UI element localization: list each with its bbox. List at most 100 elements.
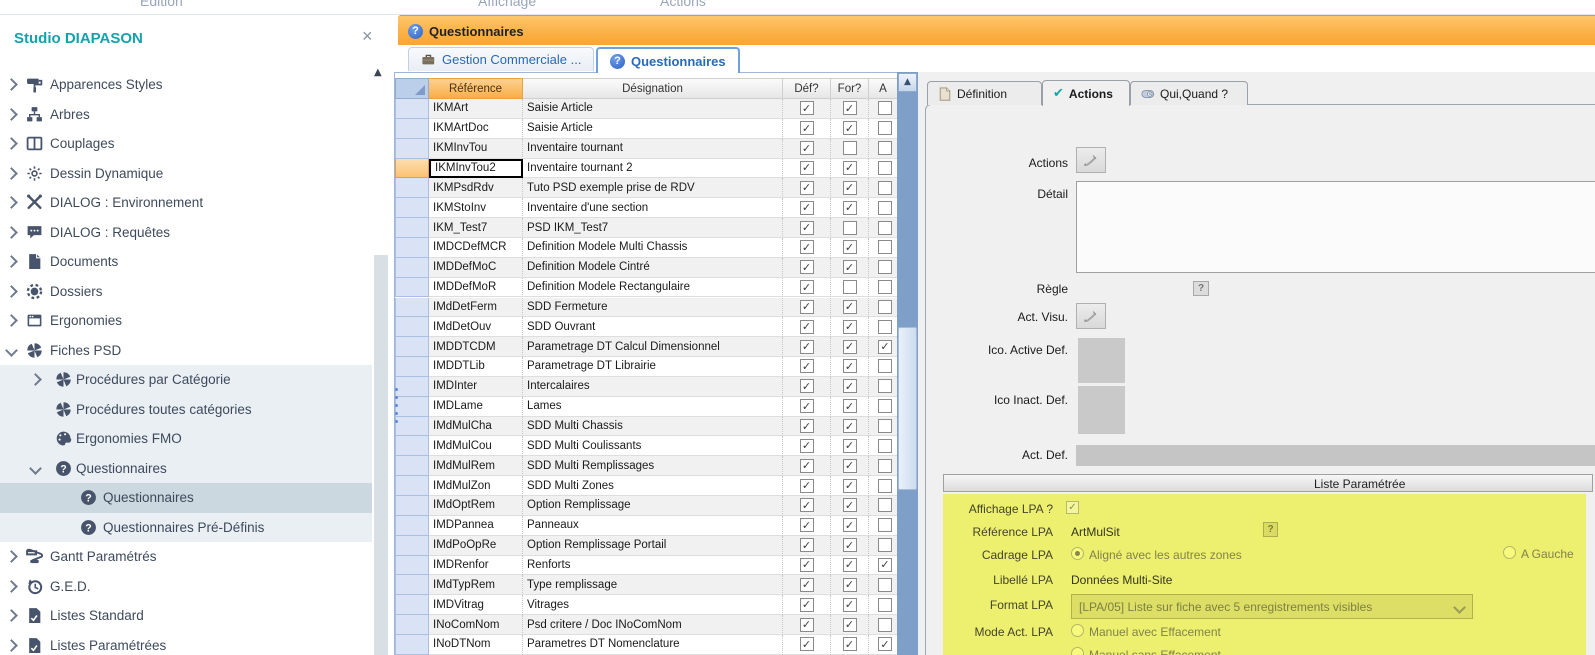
checkbox-unchecked[interactable] <box>878 459 892 473</box>
doc-tab-gestion-commerciale-[interactable]: Gestion Commerciale ... <box>408 47 594 71</box>
chevron-right-icon[interactable] <box>5 639 18 652</box>
table-row-IMDVitrag[interactable]: IMDVitragVitrages✓✓ <box>395 595 898 615</box>
cell-reference[interactable]: IKMPsdRdv <box>429 178 523 198</box>
checkbox-checked[interactable]: ✓ <box>843 459 857 473</box>
row-header[interactable] <box>395 178 429 198</box>
row-header[interactable] <box>395 377 429 397</box>
cell-designation[interactable]: Psd critere / Doc INoComNom <box>523 615 783 635</box>
table-row-IMdPoOpRe[interactable]: IMdPoOpReOption Remplissage Portail✓✓ <box>395 536 898 556</box>
checkbox-unchecked[interactable] <box>878 240 892 254</box>
table-row-IKMInvTou[interactable]: IKMInvTouInventaire tournant✓ <box>395 139 898 159</box>
checkbox-checked[interactable]: ✓ <box>800 121 814 135</box>
table-row-IMdOptRem[interactable]: IMdOptRemOption Remplissage✓✓ <box>395 496 898 516</box>
doc-tab-questionnaires[interactable]: ?Questionnaires <box>596 47 740 73</box>
checkbox-unchecked[interactable] <box>843 280 857 294</box>
checkbox-checked[interactable]: ✓ <box>800 399 814 413</box>
table-row-IMDLame[interactable]: IMDLameLames✓✓ <box>395 397 898 417</box>
row-header[interactable] <box>395 357 429 377</box>
checkbox-unchecked[interactable] <box>878 518 892 532</box>
mode-radio-manuel-avec-effacement[interactable] <box>1071 624 1084 637</box>
cell-designation[interactable]: SDD Ouvrant <box>523 317 783 337</box>
scroll-up-icon[interactable]: ▲ <box>898 73 917 92</box>
row-header[interactable] <box>395 278 429 298</box>
checkbox-checked[interactable]: ✓ <box>843 637 857 651</box>
row-header[interactable] <box>395 298 429 318</box>
cell-designation[interactable]: Option Remplissage Portail <box>523 536 783 556</box>
checkbox-unchecked[interactable] <box>878 141 892 155</box>
cell-reference[interactable]: IMdMulCou <box>429 436 523 456</box>
chevron-right-icon[interactable] <box>5 580 18 593</box>
cell-designation[interactable]: Inventaire tournant 2 <box>523 159 783 179</box>
checkbox-checked[interactable]: ✓ <box>843 419 857 433</box>
checkbox-checked[interactable]: ✓ <box>800 280 814 294</box>
checkbox-checked[interactable]: ✓ <box>878 340 892 354</box>
checkbox-checked[interactable]: ✓ <box>800 618 814 632</box>
cell-reference[interactable]: INoComNom <box>429 615 523 635</box>
column-header-rfrence[interactable]: Référence <box>429 78 523 99</box>
detail-tab-d-finition[interactable]: Définition <box>927 81 1042 105</box>
checkbox-unchecked[interactable] <box>878 498 892 512</box>
sidebar-item-questionnaires-pr-d-finis[interactable]: ?Questionnaires Pré-Définis <box>0 513 372 543</box>
checkbox-unchecked[interactable] <box>878 419 892 433</box>
sidebar-item-gantt-param-tr-s[interactable]: Gantt Paramétrés <box>0 542 372 572</box>
checkbox-checked[interactable]: ✓ <box>800 221 814 235</box>
chevron-right-icon[interactable] <box>29 373 42 386</box>
table-row-IKM_Test7[interactable]: IKM_Test7PSD IKM_Test7✓ <box>395 218 898 238</box>
cell-reference[interactable]: IMDDTCDM <box>429 337 523 357</box>
table-row-IMdMulZon[interactable]: IMdMulZonSDD Multi Zones✓✓ <box>395 476 898 496</box>
checkbox-checked[interactable]: ✓ <box>800 161 814 175</box>
checkbox-unchecked[interactable] <box>843 221 857 235</box>
row-header[interactable] <box>395 198 429 218</box>
checkbox-checked[interactable]: ✓ <box>843 161 857 175</box>
affichage-lpa-checkbox[interactable]: ✓ <box>1066 501 1079 514</box>
scroll-up-icon[interactable]: ▲ <box>374 67 382 78</box>
row-header[interactable] <box>395 99 429 119</box>
cell-reference[interactable]: IMDDTLib <box>429 357 523 377</box>
cell-reference[interactable]: IKMInvTou <box>429 139 523 159</box>
checkbox-checked[interactable]: ✓ <box>843 359 857 373</box>
row-header[interactable] <box>395 436 429 456</box>
checkbox-unchecked[interactable] <box>878 379 892 393</box>
checkbox-checked[interactable]: ✓ <box>800 181 814 195</box>
table-row-IMdTypRem[interactable]: IMdTypRemType remplissage✓✓ <box>395 575 898 595</box>
checkbox-unchecked[interactable] <box>878 300 892 314</box>
checkbox-checked[interactable]: ✓ <box>800 459 814 473</box>
checkbox-checked[interactable]: ✓ <box>843 598 857 612</box>
cell-reference[interactable]: IMDInter <box>429 377 523 397</box>
cell-designation[interactable]: Inventaire d'une section <box>523 198 783 218</box>
libelle-lpa-value[interactable]: Données Multi-Site <box>1071 573 1172 587</box>
checkbox-unchecked[interactable] <box>878 359 892 373</box>
sidebar-item-documents[interactable]: Documents <box>0 247 372 277</box>
table-scrollbar[interactable]: ▲ <box>897 72 918 655</box>
cell-designation[interactable]: Inventaire tournant <box>523 139 783 159</box>
checkbox-checked[interactable]: ✓ <box>800 518 814 532</box>
sidebar-item-questionnaires[interactable]: ?Questionnaires <box>0 454 372 484</box>
format-lpa-dropdown[interactable]: [LPA/05] Liste sur fiche avec 5 enregist… <box>1071 594 1473 619</box>
cell-reference[interactable]: IMDDefMoC <box>429 258 523 278</box>
checkbox-checked[interactable]: ✓ <box>843 240 857 254</box>
chevron-right-icon[interactable] <box>5 609 18 622</box>
mode-radio-manuel-sans-effacement[interactable] <box>1071 647 1084 655</box>
checkbox-checked[interactable]: ✓ <box>843 379 857 393</box>
cell-reference[interactable]: IMdMulZon <box>429 476 523 496</box>
table-row-IMDDefMoR[interactable]: IMDDefMoRDefinition Modele Rectangulaire… <box>395 278 898 298</box>
cell-designation[interactable]: Lames <box>523 397 783 417</box>
checkbox-checked[interactable]: ✓ <box>800 320 814 334</box>
checkbox-unchecked[interactable] <box>878 439 892 453</box>
checkbox-checked[interactable]: ✓ <box>800 439 814 453</box>
reference-lpa-value[interactable]: ArtMulSit <box>1071 525 1120 539</box>
cell-designation[interactable]: Parametrage DT Calcul Dimensionnel <box>523 337 783 357</box>
cell-designation[interactable]: Parametrage DT Librairie <box>523 357 783 377</box>
checkbox-checked[interactable]: ✓ <box>800 538 814 552</box>
cell-designation[interactable]: Parametres DT Nomenclature <box>523 635 783 655</box>
act-visu-hand-button[interactable] <box>1076 303 1106 329</box>
cell-reference[interactable]: IKMStoInv <box>429 198 523 218</box>
checkbox-checked[interactable]: ✓ <box>843 578 857 592</box>
row-header[interactable] <box>395 218 429 238</box>
cell-designation[interactable]: Option Remplissage <box>523 496 783 516</box>
cell-reference[interactable]: IMdDetFerm <box>429 298 523 318</box>
column-header-df[interactable]: Déf? <box>783 78 831 99</box>
cell-reference[interactable]: IMdPoOpRe <box>429 536 523 556</box>
cadrage-radio-selected[interactable] <box>1071 547 1084 560</box>
table-row-IMDPannea[interactable]: IMDPanneaPanneaux✓✓ <box>395 516 898 536</box>
